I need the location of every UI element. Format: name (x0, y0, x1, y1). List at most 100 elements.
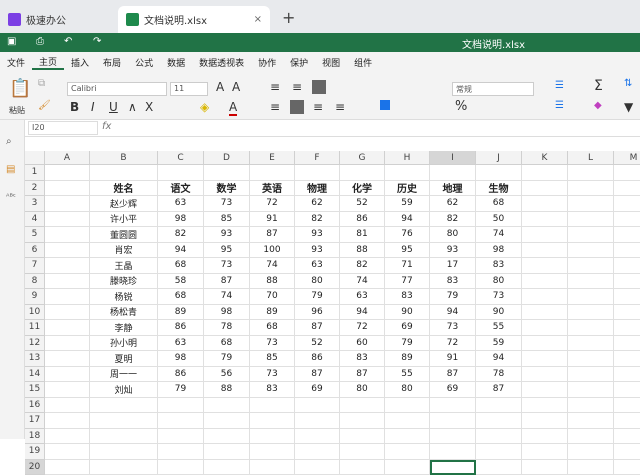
data-cell[interactable]: 李静 (90, 320, 158, 336)
align-middle-icon[interactable]: ≡ (292, 80, 302, 94)
cell[interactable] (90, 165, 158, 181)
row-header[interactable]: 15 (25, 382, 45, 398)
copy-icon[interactable]: ⧉ (38, 78, 45, 89)
cell[interactable] (295, 398, 340, 414)
decrease-font-button[interactable]: A (232, 80, 240, 94)
autosum-button[interactable]: Σ (594, 78, 603, 94)
data-cell[interactable]: 83 (250, 382, 295, 398)
header-cell[interactable]: 姓名 (90, 181, 158, 197)
data-cell[interactable]: 72 (250, 196, 295, 212)
data-cell[interactable]: 83 (385, 289, 430, 305)
header-cell[interactable]: 地理 (430, 181, 476, 197)
row-header[interactable]: 1 (25, 165, 45, 181)
cell[interactable] (568, 227, 614, 243)
data-cell[interactable]: 82 (158, 227, 204, 243)
cell[interactable] (568, 243, 614, 259)
align-top-icon[interactable]: ≡ (270, 80, 280, 94)
data-cell[interactable]: 91 (250, 212, 295, 228)
data-cell[interactable]: 滕晓珍 (90, 274, 158, 290)
row-header[interactable]: 10 (25, 305, 45, 321)
cell[interactable] (568, 398, 614, 414)
align-left-icon[interactable]: ≡ (270, 100, 280, 114)
data-cell[interactable]: 95 (204, 243, 250, 259)
data-cell[interactable]: 86 (295, 351, 340, 367)
row-header[interactable]: 2 (25, 181, 45, 197)
cell[interactable] (250, 460, 295, 475)
data-cell[interactable]: 93 (295, 243, 340, 259)
data-cell[interactable]: 94 (385, 212, 430, 228)
cell[interactable] (45, 460, 90, 475)
cell[interactable] (90, 429, 158, 445)
data-cell[interactable]: 68 (250, 320, 295, 336)
data-cell[interactable]: 85 (204, 212, 250, 228)
cell[interactable] (158, 398, 204, 414)
data-cell[interactable]: 79 (204, 351, 250, 367)
data-cell[interactable]: 80 (295, 274, 340, 290)
data-cell[interactable]: 59 (476, 336, 522, 352)
cell[interactable] (522, 243, 568, 259)
data-cell[interactable]: 69 (295, 382, 340, 398)
cell[interactable] (568, 413, 614, 429)
data-cell[interactable]: 74 (204, 289, 250, 305)
row-header[interactable]: 16 (25, 398, 45, 414)
align-right-icon[interactable]: ≡ (313, 100, 323, 114)
header-cell[interactable]: 英语 (250, 181, 295, 197)
column-header-B[interactable]: B (90, 151, 158, 165)
column-header-C[interactable]: C (158, 151, 204, 165)
cell[interactable] (295, 413, 340, 429)
data-cell[interactable]: 78 (476, 367, 522, 383)
cell[interactable] (522, 227, 568, 243)
subscript-button[interactable]: X (145, 100, 153, 114)
column-header-F[interactable]: F (295, 151, 340, 165)
data-cell[interactable]: 86 (340, 212, 385, 228)
data-cell[interactable]: 85 (250, 351, 295, 367)
cell[interactable] (250, 429, 295, 445)
cell[interactable] (522, 320, 568, 336)
cell[interactable] (204, 429, 250, 445)
cell[interactable] (522, 460, 568, 475)
data-cell[interactable]: 80 (385, 382, 430, 398)
data-cell[interactable]: 王晶 (90, 258, 158, 274)
data-cell[interactable]: 72 (340, 320, 385, 336)
cell[interactable] (568, 212, 614, 228)
row-header[interactable]: 18 (25, 429, 45, 445)
cell[interactable] (522, 413, 568, 429)
cell[interactable] (385, 413, 430, 429)
increase-font-button[interactable]: A (216, 80, 224, 94)
font-color-icon[interactable]: A (229, 100, 237, 116)
search-icon[interactable]: ⌕ (6, 136, 12, 147)
number-format-select[interactable]: 常规 (452, 82, 534, 96)
cell[interactable] (476, 398, 522, 414)
cell[interactable] (158, 165, 204, 181)
data-cell[interactable]: 87 (250, 227, 295, 243)
data-cell[interactable]: 17 (430, 258, 476, 274)
column-header-I[interactable]: I (430, 151, 476, 165)
cell[interactable] (295, 444, 340, 460)
data-cell[interactable]: 许小平 (90, 212, 158, 228)
data-cell[interactable]: 60 (340, 336, 385, 352)
cell[interactable] (614, 351, 640, 367)
data-cell[interactable]: 董圆圆 (90, 227, 158, 243)
cell[interactable] (45, 227, 90, 243)
cell[interactable] (568, 460, 614, 475)
cell[interactable] (45, 351, 90, 367)
cell[interactable] (385, 429, 430, 445)
spellcheck-icon[interactable]: ᴬᴮᶜ (6, 192, 16, 201)
cell[interactable] (614, 320, 640, 336)
strikethrough-button[interactable]: ∧ (128, 100, 137, 114)
data-cell[interactable]: 73 (204, 196, 250, 212)
data-cell[interactable]: 83 (476, 258, 522, 274)
filter-icon[interactable]: ▼ (624, 100, 633, 114)
cell[interactable] (614, 181, 640, 197)
align-center-icon[interactable] (290, 100, 304, 114)
data-cell[interactable]: 89 (385, 351, 430, 367)
align-bottom-icon[interactable] (312, 80, 326, 94)
data-cell[interactable]: 杨锐 (90, 289, 158, 305)
cell[interactable] (522, 444, 568, 460)
data-cell[interactable]: 杨松青 (90, 305, 158, 321)
menu-6[interactable]: 数据透视表 (192, 56, 251, 69)
cell[interactable] (158, 429, 204, 445)
cell[interactable] (204, 165, 250, 181)
cell[interactable] (45, 413, 90, 429)
cell[interactable] (340, 413, 385, 429)
